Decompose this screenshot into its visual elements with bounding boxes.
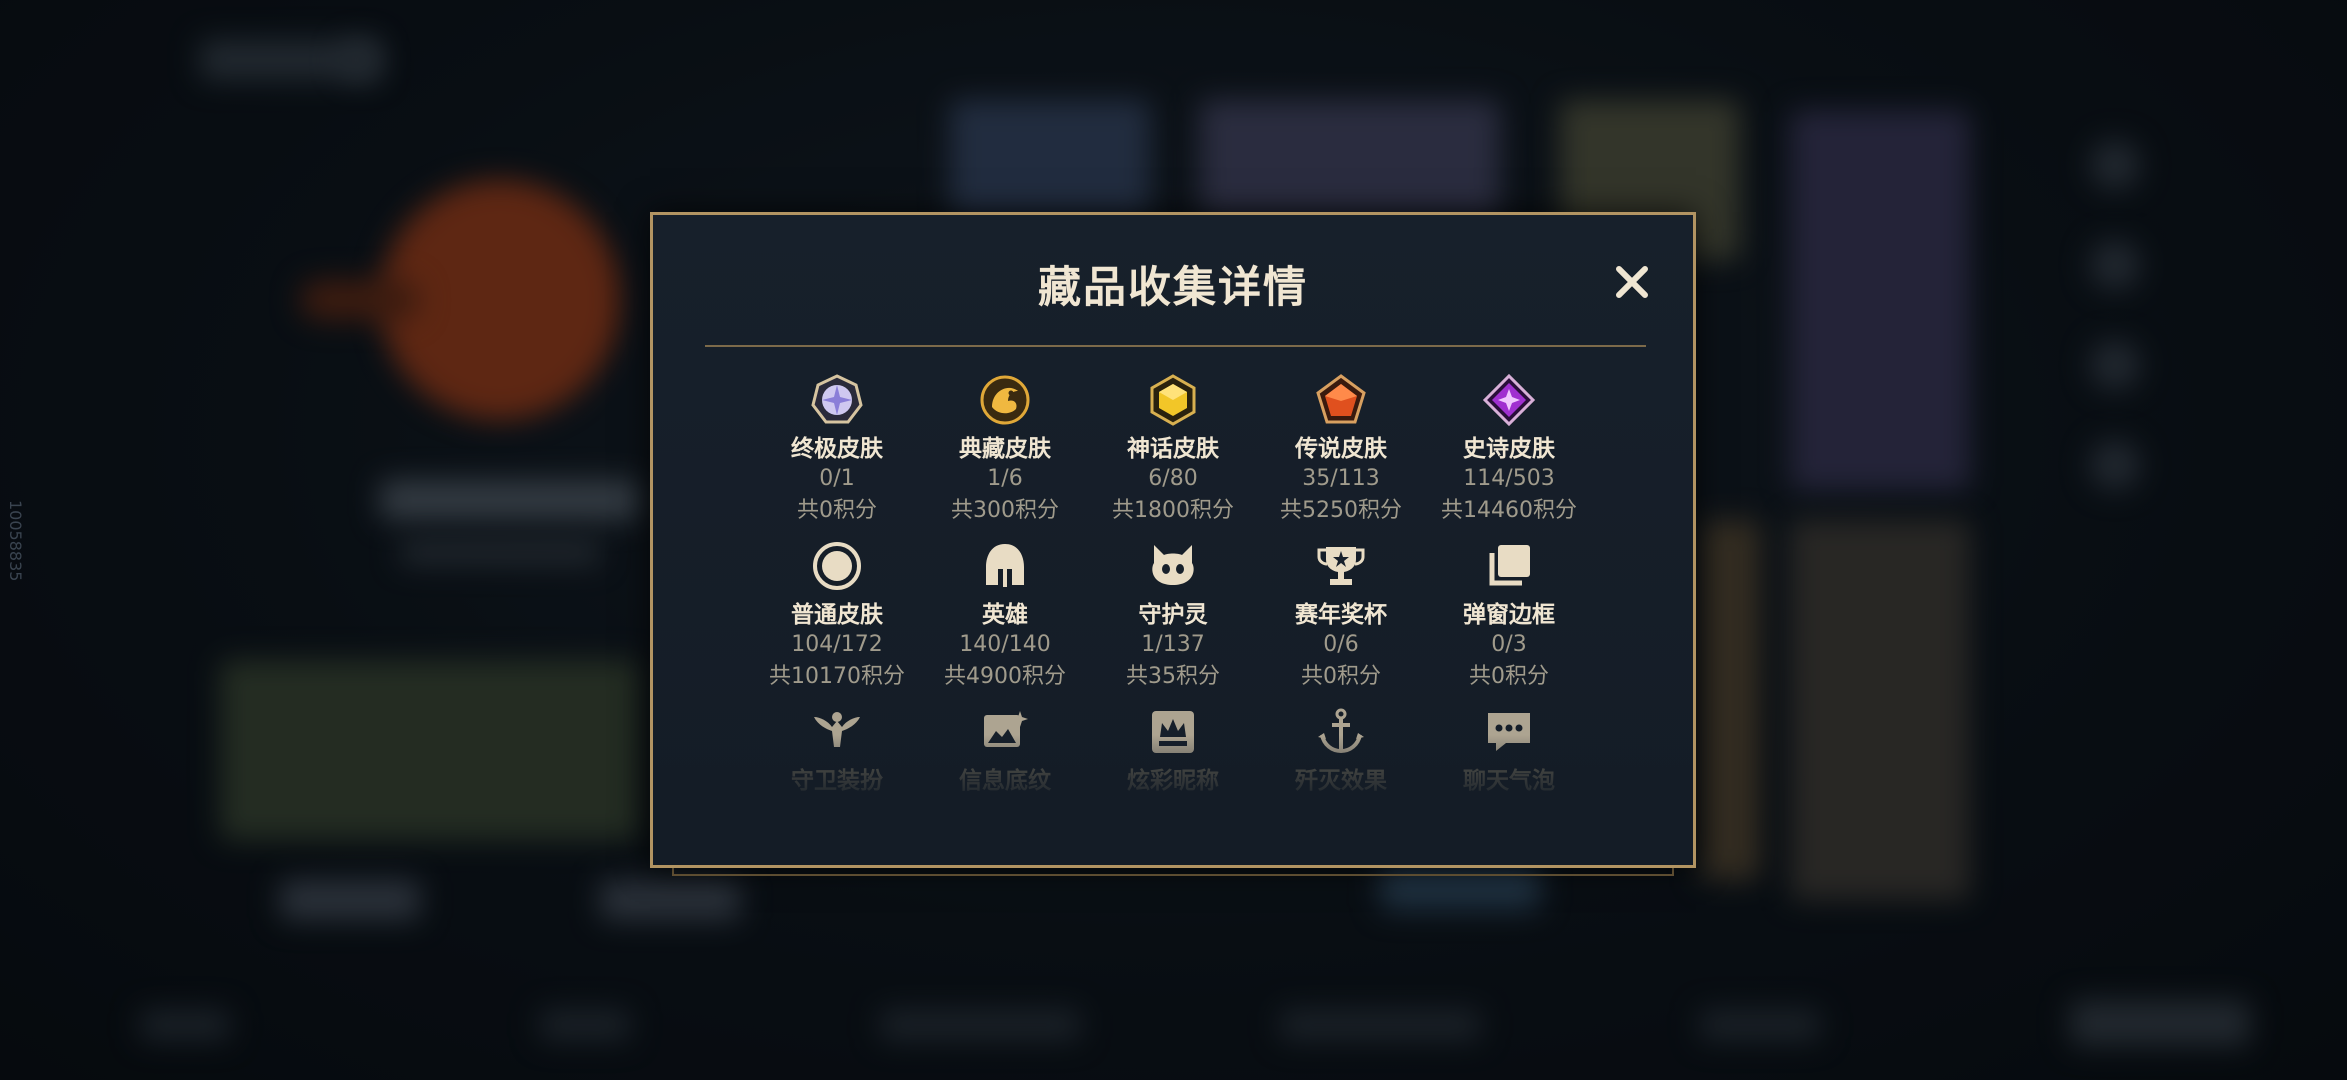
item-points: 共0积分 — [797, 498, 877, 523]
collection-item-standard[interactable]: 普通皮肤 104/172 共10170积分 — [753, 539, 921, 693]
collection-item-finisher[interactable]: 歼灭效果 — [1257, 705, 1425, 795]
collection-item-nameplate[interactable]: 炫彩昵称 — [1089, 705, 1257, 795]
ward-skin-icon — [814, 712, 860, 747]
item-name: 信息底纹 — [959, 768, 1051, 794]
item-name: 弹窗边框 — [1463, 602, 1555, 628]
item-name: 守护灵 — [1138, 602, 1208, 628]
item-name: 神话皮肤 — [1127, 436, 1219, 462]
collection-details-modal: 藏品收集详情 终极皮肤 0/1 共0积分 典藏皮肤 1/6 共300积分 神话皮… — [650, 212, 1696, 868]
collection-item-mythic[interactable]: 神话皮肤 6/80 共1800积分 — [1089, 373, 1257, 527]
item-points: 共4900积分 — [944, 664, 1066, 689]
item-name: 赛年奖杯 — [1295, 602, 1387, 628]
item-points: 共5250积分 — [1280, 498, 1402, 523]
collection-item-epic[interactable]: 史诗皮肤 114/503 共14460积分 — [1425, 373, 1593, 527]
trophy-icon — [1317, 547, 1365, 585]
finisher-icon — [1318, 708, 1364, 754]
item-count: 6/80 — [1148, 466, 1198, 491]
item-name: 聊天气泡 — [1463, 768, 1555, 794]
item-name: 典藏皮肤 — [959, 436, 1051, 462]
title-divider — [705, 345, 1646, 347]
close-icon — [1616, 266, 1648, 298]
item-name: 普通皮肤 — [791, 602, 883, 628]
item-name: 传说皮肤 — [1295, 436, 1387, 462]
item-count: 0/3 — [1491, 632, 1527, 657]
item-name: 史诗皮肤 — [1463, 436, 1555, 462]
collection-item-border[interactable]: 弹窗边框 0/3 共0积分 — [1425, 539, 1593, 693]
mythic-skin-icon — [1150, 374, 1196, 426]
champion-helmet-icon — [986, 544, 1024, 587]
collection-item-legendary[interactable]: 传说皮肤 35/113 共5250积分 — [1257, 373, 1425, 527]
item-points: 共1800积分 — [1112, 498, 1234, 523]
little-legend-icon — [1152, 545, 1194, 585]
epic-skin-icon — [1482, 373, 1536, 427]
item-count: 114/503 — [1463, 466, 1555, 491]
item-count: 1/6 — [987, 466, 1023, 491]
item-count: 1/137 — [1141, 632, 1205, 657]
collection-item-little-legend[interactable]: 守护灵 1/137 共35积分 — [1089, 539, 1257, 693]
collection-item-ultimate[interactable]: 终极皮肤 0/1 共0积分 — [753, 373, 921, 527]
item-count: 0/6 — [1323, 632, 1359, 657]
item-count: 0/1 — [819, 466, 855, 491]
chat-bubble-icon — [1488, 713, 1530, 751]
item-name: 英雄 — [982, 602, 1028, 628]
collection-item-champion[interactable]: 英雄 140/140 共4900积分 — [921, 539, 1089, 693]
item-name: 歼灭效果 — [1295, 768, 1387, 794]
collection-item-trophy[interactable]: 赛年奖杯 0/6 共0积分 — [1257, 539, 1425, 693]
collection-item-chat-bubble[interactable]: 聊天气泡 — [1425, 705, 1593, 795]
close-button[interactable] — [1607, 257, 1657, 307]
side-id-text: 10058835 — [6, 500, 25, 582]
item-count: 140/140 — [959, 632, 1051, 657]
nameplate-icon — [1152, 711, 1194, 753]
collection-item-ward-skin[interactable]: 守卫装扮 — [753, 705, 921, 795]
standard-skin-icon — [813, 542, 861, 590]
legendary-skin-icon — [1316, 374, 1366, 424]
banner-icon — [984, 711, 1028, 747]
modal-title: 藏品收集详情 — [1038, 263, 1308, 313]
ultimate-skin-icon — [811, 374, 863, 424]
item-count: 35/113 — [1302, 466, 1380, 491]
item-points: 共300积分 — [951, 498, 1059, 523]
item-points: 共14460积分 — [1441, 498, 1577, 523]
collection-item-banner[interactable]: 信息底纹 — [921, 705, 1089, 795]
item-name: 守卫装扮 — [791, 768, 883, 794]
item-points: 共35积分 — [1126, 664, 1220, 689]
collection-item-prestige[interactable]: 典藏皮肤 1/6 共300积分 — [921, 373, 1089, 527]
item-name: 终极皮肤 — [791, 436, 883, 462]
item-count: 104/172 — [791, 632, 883, 657]
item-points: 共0积分 — [1469, 664, 1549, 689]
item-name: 炫彩昵称 — [1127, 768, 1219, 794]
item-points: 共10170积分 — [769, 664, 905, 689]
prestige-skin-icon — [980, 375, 1030, 425]
border-frame-icon — [1489, 545, 1530, 586]
item-points: 共0积分 — [1301, 664, 1381, 689]
